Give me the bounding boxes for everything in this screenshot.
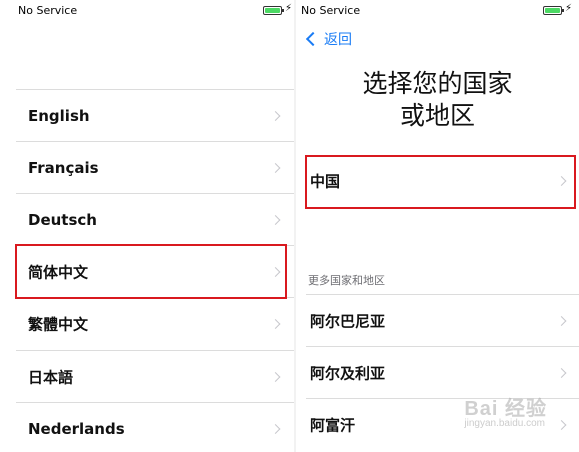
section-header: 更多国家和地区 <box>308 274 385 287</box>
language-row-francais[interactable]: Français <box>16 141 295 193</box>
language-row-deutsch[interactable]: Deutsch <box>16 193 295 245</box>
chevron-right-icon <box>270 214 281 225</box>
chevron-right-icon <box>556 419 567 430</box>
carrier-status: No Service <box>18 4 78 17</box>
region-row-algeria[interactable]: 阿尔及利亚 <box>306 346 579 398</box>
language-label: 简体中文 <box>28 263 89 281</box>
title-line-2: 或地区 <box>399 101 475 130</box>
back-label: 返回 <box>324 32 352 48</box>
language-row-dutch[interactable]: Nederlands <box>16 402 295 452</box>
watermark: Bai 经验 <box>464 398 547 420</box>
language-label: Deutsch <box>28 210 97 229</box>
chevron-right-icon <box>270 423 281 434</box>
chevron-right-icon <box>270 318 281 329</box>
region-label: 阿尔巴尼亚 <box>310 312 386 330</box>
battery-tip <box>282 9 284 12</box>
region-row-china[interactable]: 中国 <box>306 155 579 207</box>
language-label: Français <box>28 158 99 177</box>
chevron-right-icon <box>270 162 281 173</box>
region-screen: No Service ⚡ 返回 选择您的国家 或地区 中国 更多国家和地区 阿尔… <box>296 0 579 452</box>
language-row-japanese[interactable]: 日本語 <box>16 350 295 402</box>
chevron-right-icon <box>556 176 567 186</box>
chevron-right-icon <box>270 266 281 277</box>
battery-tip <box>562 9 564 12</box>
region-label: 阿富汗 <box>310 416 356 434</box>
region-label: 阿尔及利亚 <box>310 364 386 382</box>
region-label: 中国 <box>310 172 341 191</box>
language-row-simplified-chinese[interactable]: 简体中文 <box>16 245 295 297</box>
watermark-url: jingyan.baidu.com <box>464 418 545 429</box>
language-row-traditional-chinese[interactable]: 繁體中文 <box>16 297 295 349</box>
page-title: 选择您的国家 或地区 <box>296 68 579 132</box>
region-row-albania[interactable]: 阿尔巴尼亚 <box>306 294 579 346</box>
language-label: English <box>28 106 90 125</box>
chevron-right-icon <box>270 371 281 382</box>
carrier-status: No Service <box>301 4 361 17</box>
language-label: Nederlands <box>28 419 125 438</box>
charging-bolt-icon: ⚡ <box>565 3 573 14</box>
battery-icon <box>543 6 562 15</box>
language-row-english[interactable]: English <box>16 89 295 141</box>
charging-bolt-icon: ⚡ <box>285 3 293 14</box>
chevron-right-icon <box>556 367 567 378</box>
back-button[interactable]: 返回 <box>304 28 352 50</box>
title-line-1: 选择您的国家 <box>362 69 513 98</box>
language-label: 日本語 <box>28 368 74 386</box>
chevron-right-icon <box>556 315 567 326</box>
chevron-right-icon <box>270 110 281 121</box>
battery-icon <box>263 6 282 15</box>
language-screen: No Service ⚡ English Français Deutsch 简体… <box>0 0 296 452</box>
back-chevron-icon <box>305 31 321 47</box>
language-label: 繁體中文 <box>28 315 89 333</box>
